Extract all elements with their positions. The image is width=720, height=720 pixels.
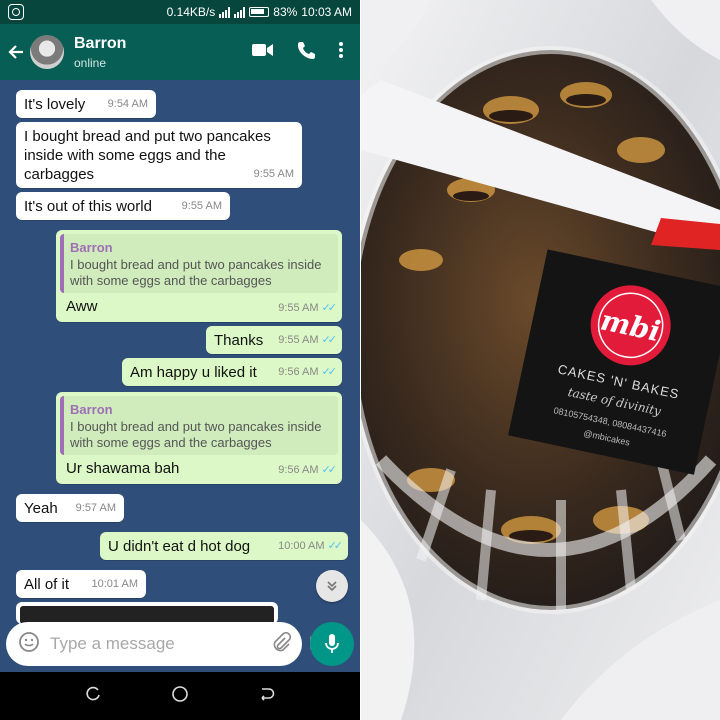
quoted-text: I bought bread and put two pancakes insi… [70,257,322,288]
quoted-message[interactable]: Barron I bought bread and put two pancak… [60,234,338,293]
food-photo: mbi CAKES 'N' BAKES taste of divinity 08… [361,0,720,720]
read-ticks-icon: ✓✓ [327,540,344,552]
message-incoming[interactable]: Yeah 9:57 AM [16,494,124,522]
read-ticks-icon: ✓✓ [321,302,338,314]
back-arrow-icon[interactable] [2,24,30,80]
time-text: 9:56 AM [278,366,319,378]
message-input[interactable] [50,634,271,654]
signal-icon-2 [234,6,246,18]
clock: 10:03 AM [301,5,352,19]
message-incoming[interactable]: It's lovely 9:54 AM [16,90,156,118]
message-time: 9:56 AM ✓✓ [278,461,338,480]
message-time: 10:00 AM ✓✓ [278,537,344,556]
message-text: U didn't eat d hot dog [108,538,251,555]
message-time: 9:57 AM [75,502,116,514]
message-incoming[interactable]: It's out of this world 9:55 AM [16,192,230,220]
time-text: 9:55 AM [278,302,319,314]
message-text: Thanks [214,332,264,349]
status-bar: 0.14KB/s 83% 10:03 AM [0,0,360,24]
message-text: It's lovely [24,96,86,113]
message-incoming[interactable]: All of it 10:01 AM [16,570,146,598]
message-incoming[interactable]: I bought bread and put two pancakes insi… [16,122,302,188]
recent-apps-icon[interactable] [85,686,101,707]
home-icon[interactable] [171,685,189,708]
contact-name: Barron [74,34,127,52]
contact-info[interactable]: Barron online [74,35,126,70]
message-text: Yeah [24,500,58,517]
message-outgoing[interactable]: Thanks 9:55 AM ✓✓ [206,326,342,354]
video-call-icon[interactable] [252,43,274,62]
battery-icon [249,7,270,17]
quoted-sender: Barron [70,402,113,417]
avatar[interactable] [30,35,64,69]
message-text: All of it [24,576,70,593]
network-speed: 0.14KB/s [166,5,216,19]
time-text: 10:00 AM [278,540,325,552]
phone-call-icon[interactable] [296,40,316,65]
message-time: 9:55 AM ✓✓ [278,299,338,318]
message-text: Am happy u liked it [130,364,257,381]
quoted-text: I bought bread and put two pancakes insi… [70,419,322,450]
message-outgoing-reply[interactable]: Barron I bought bread and put two pancak… [56,230,342,322]
read-ticks-icon: ✓✓ [321,334,338,346]
battery-level: 83% [273,5,298,19]
chat-header: Barron online [0,24,360,80]
message-time: 9:54 AM [107,98,148,110]
chat-screenshot: 0.14KB/s 83% 10:03 AM Barron online It's… [0,0,360,720]
media-message[interactable] [16,602,278,624]
back-icon[interactable] [259,686,275,707]
read-ticks-icon: ✓✓ [321,464,338,476]
message-outgoing[interactable]: Am happy u liked it 9:56 AM ✓✓ [122,358,342,386]
message-time: 9:56 AM ✓✓ [278,363,338,382]
instagram-icon [8,4,24,20]
message-composer[interactable] [6,622,328,666]
scroll-down-button[interactable] [316,570,348,602]
message-time: 9:55 AM [181,200,222,212]
message-outgoing[interactable]: U didn't eat d hot dog 10:00 AM ✓✓ [100,532,348,560]
message-time: 9:55 AM [253,168,294,180]
signal-icon [219,6,231,18]
message-text: It's out of this world [24,198,152,215]
android-nav-bar [0,672,360,720]
time-text: 9:55 AM [278,334,319,346]
more-options-icon[interactable] [338,41,344,64]
emoji-icon[interactable] [18,631,40,658]
attach-icon[interactable] [271,631,292,657]
time-text: 9:56 AM [278,464,319,476]
mic-button[interactable] [310,622,354,666]
message-outgoing-reply[interactable]: Barron I bought bread and put two pancak… [56,392,342,484]
pastry-container-photo: mbi CAKES 'N' BAKES taste of divinity 08… [361,0,720,720]
read-ticks-icon: ✓✓ [321,366,338,378]
message-time: 9:55 AM ✓✓ [278,331,338,350]
message-list[interactable]: It's lovely 9:54 AM I bought bread and p… [0,80,360,624]
quoted-message[interactable]: Barron I bought bread and put two pancak… [60,396,338,455]
mic-icon [325,634,339,653]
message-time: 10:01 AM [91,578,138,590]
message-text: I bought bread and put two pancakes insi… [24,128,271,183]
contact-status: online [74,55,107,70]
quoted-sender: Barron [70,240,113,255]
